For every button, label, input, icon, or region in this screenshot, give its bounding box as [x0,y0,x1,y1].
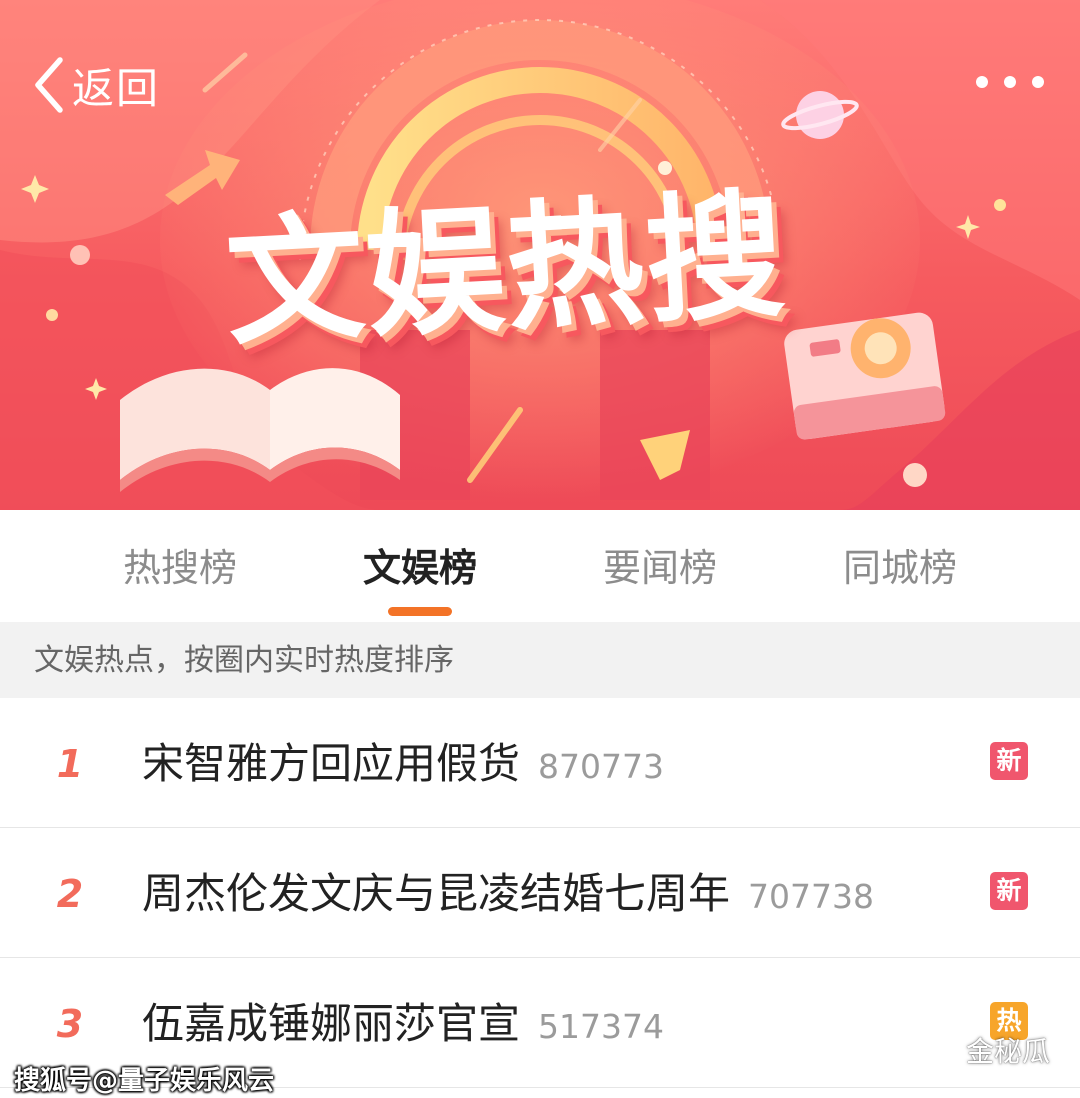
list-description: 文娱热点，按圈内实时热度排序 [0,622,1080,698]
topic-title-text: 伍嘉成锤娜丽莎官宣 [142,999,521,1048]
tab-hot-search[interactable]: 热搜榜 [60,510,300,622]
rank-number: 1 [56,742,84,786]
tab-entertainment[interactable]: 文娱榜 [300,510,540,622]
heat-count: 870773 [538,747,664,786]
rank-number: 2 [56,872,84,916]
tab-bar: 热搜榜 文娱榜 要闻榜 同城榜 [0,510,1080,622]
topic-title[interactable]: 周杰伦发文庆与昆凌结婚七周年 707738 [142,828,874,958]
watermark-account: 金秘瓜 [914,1030,1050,1070]
tab-local[interactable]: 同城榜 [780,510,1020,622]
topic-title[interactable]: 宋智雅方回应用假货 870773 [142,698,664,828]
wechat-icon [915,1033,958,1067]
active-tab-indicator [388,607,452,616]
back-label: 返回 [72,63,161,113]
tab-news[interactable]: 要闻榜 [540,510,780,622]
new-badge: 新 [990,742,1028,780]
list-item[interactable]: 2 周杰伦发文庆与昆凌结婚七周年 707738 新 [0,828,1080,958]
watermark-account-name: 金秘瓜 [965,1035,1050,1068]
banner: 返回 文娱热搜 [0,0,1080,510]
back-button[interactable]: 返回 [30,50,160,120]
new-badge: 新 [990,872,1028,910]
more-options-icon[interactable] [970,64,1050,100]
topic-title-text: 周杰伦发文庆与昆凌结婚七周年 [142,869,731,918]
heat-count: 517374 [538,1007,664,1046]
heat-count: 707738 [748,877,874,916]
chevron-left-icon [35,57,63,113]
topic-title-text: 宋智雅方回应用假货 [142,739,521,788]
watermark-source: 搜狐号@量子娱乐风云 [14,1066,275,1096]
list-item[interactable]: 1 宋智雅方回应用假货 870773 新 [0,698,1080,828]
banner-title: 文娱热搜 [222,174,790,365]
